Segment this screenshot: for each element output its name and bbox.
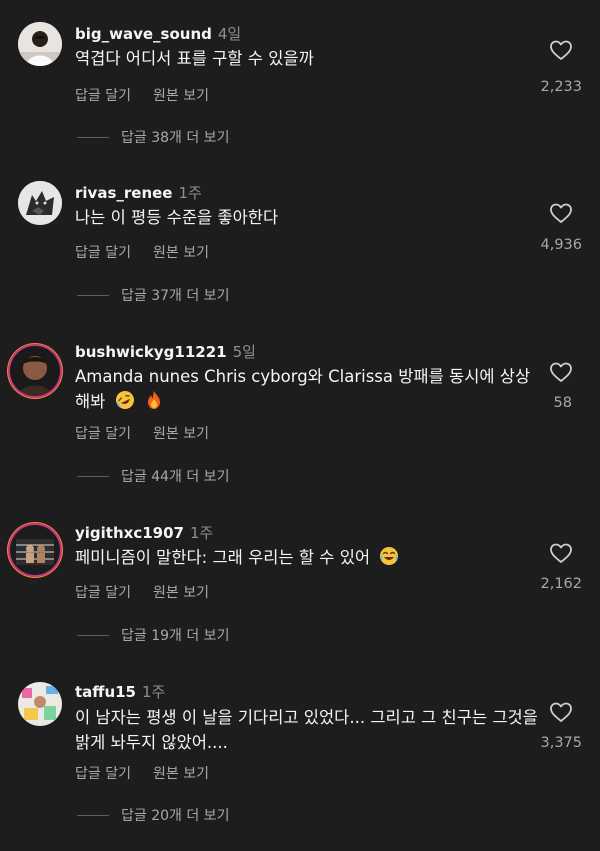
- username[interactable]: rivas_renee: [75, 184, 172, 202]
- divider-line: [77, 814, 109, 816]
- view-more-replies-button[interactable]: 답글 20개 더 보기: [77, 805, 229, 825]
- view-more-replies-button[interactable]: 답글 38개 더 보기: [77, 127, 229, 147]
- tears-of-joy-emoji-icon: [380, 547, 399, 565]
- timestamp: 4일: [217, 25, 242, 43]
- comment-actions: 답글 달기 원본 보기: [75, 85, 231, 105]
- see-original-button[interactable]: 원본 보기: [153, 585, 209, 601]
- comment-text: 나는 이 평등 수준을 좋아한다: [75, 208, 279, 227]
- reply-button[interactable]: 답글 달기: [75, 426, 131, 442]
- comment-actions: 답글 달기 원본 보기: [75, 242, 231, 262]
- reply-button[interactable]: 답글 달기: [75, 88, 131, 104]
- person-white-tee-avatar-icon: [18, 22, 62, 66]
- avatar[interactable]: [18, 22, 62, 66]
- see-original-button[interactable]: 원본 보기: [153, 88, 209, 104]
- see-original-button[interactable]: 원본 보기: [153, 426, 209, 442]
- see-original-button[interactable]: 원본 보기: [153, 766, 209, 782]
- like-count: 2,162: [540, 576, 582, 592]
- comment-actions: 답글 달기 원본 보기: [75, 423, 231, 443]
- avatar[interactable]: [18, 181, 62, 225]
- see-original-button[interactable]: 원본 보기: [153, 245, 209, 261]
- reply-button[interactable]: 답글 달기: [75, 585, 131, 601]
- rolling-laughing-emoji-icon: [115, 391, 134, 409]
- like-count: 3,375: [540, 735, 582, 751]
- comment-text: 이 남자는 평생 이 날을 기다리고 있었다... 그리고 그 친구는 그것을 …: [75, 708, 538, 752]
- timestamp: 1주: [178, 184, 202, 202]
- view-more-replies-button[interactable]: 답글 44개 더 보기: [77, 466, 229, 486]
- username[interactable]: bushwickyg11221: [75, 343, 227, 361]
- view-more-replies-label: 답글 20개 더 보기: [121, 808, 230, 824]
- view-more-replies-label: 답글 37개 더 보기: [121, 288, 230, 304]
- boxing-ring-avatar-icon: [10, 525, 60, 575]
- comment-actions: 답글 달기 원본 보기: [75, 763, 231, 783]
- like-count: 4,936: [540, 237, 582, 253]
- username[interactable]: big_wave_sound: [75, 25, 212, 43]
- like-count: 58: [553, 395, 572, 411]
- divider-line: [77, 136, 109, 138]
- heart-icon[interactable]: [549, 541, 573, 565]
- reply-button[interactable]: 답글 달기: [75, 766, 131, 782]
- heart-icon[interactable]: [549, 38, 573, 62]
- avatar[interactable]: [10, 525, 60, 575]
- comment-text-body: 페미니즘이 말한다: 그래 우리는 할 수 있어: [75, 548, 371, 567]
- username[interactable]: yigithxc1907: [75, 524, 184, 542]
- comment-header: yigithxc1907 1주: [75, 522, 213, 543]
- avatar[interactable]: [10, 346, 60, 396]
- view-more-replies-button[interactable]: 답글 37개 더 보기: [77, 285, 229, 305]
- view-more-replies-label: 답글 44개 더 보기: [121, 469, 230, 485]
- comment-actions: 답글 달기 원본 보기: [75, 582, 231, 602]
- divider-line: [77, 634, 109, 636]
- fire-emoji-icon: [147, 391, 160, 409]
- comment-text: Amanda nunes Chris cyborg와 Clarissa 방패를 …: [75, 364, 545, 414]
- reply-button[interactable]: 답글 달기: [75, 245, 131, 261]
- comment-header: big_wave_sound 4일: [75, 23, 241, 44]
- view-more-replies-label: 답글 19개 더 보기: [121, 628, 230, 644]
- timestamp: 1주: [189, 524, 214, 542]
- story-ring-avatar-icon: [10, 346, 60, 396]
- view-more-replies-button[interactable]: 답글 19개 더 보기: [77, 625, 229, 645]
- comment-header: bushwickyg11221 5일: [75, 341, 256, 362]
- heart-icon[interactable]: [549, 700, 573, 724]
- comment-header: rivas_renee 1주: [75, 182, 202, 203]
- divider-line: [77, 475, 109, 477]
- timestamp: 1주: [142, 683, 166, 701]
- heart-icon[interactable]: [549, 360, 573, 384]
- wolf-avatar-icon: [18, 181, 62, 225]
- avatar[interactable]: [18, 682, 62, 726]
- view-more-replies-label: 답글 38개 더 보기: [121, 130, 230, 146]
- like-count: 2,233: [540, 79, 582, 95]
- colorful-room-avatar-icon: [18, 682, 62, 726]
- username[interactable]: taffu15: [75, 683, 136, 701]
- timestamp: 5일: [232, 343, 256, 361]
- comment-text: 페미니즘이 말한다: 그래 우리는 할 수 있어: [75, 545, 545, 570]
- comment-header: taffu15 1주: [75, 681, 165, 702]
- heart-icon[interactable]: [549, 201, 573, 225]
- comment-text: 역겹다 어디서 표를 구할 수 있을까: [75, 49, 314, 68]
- divider-line: [77, 294, 109, 296]
